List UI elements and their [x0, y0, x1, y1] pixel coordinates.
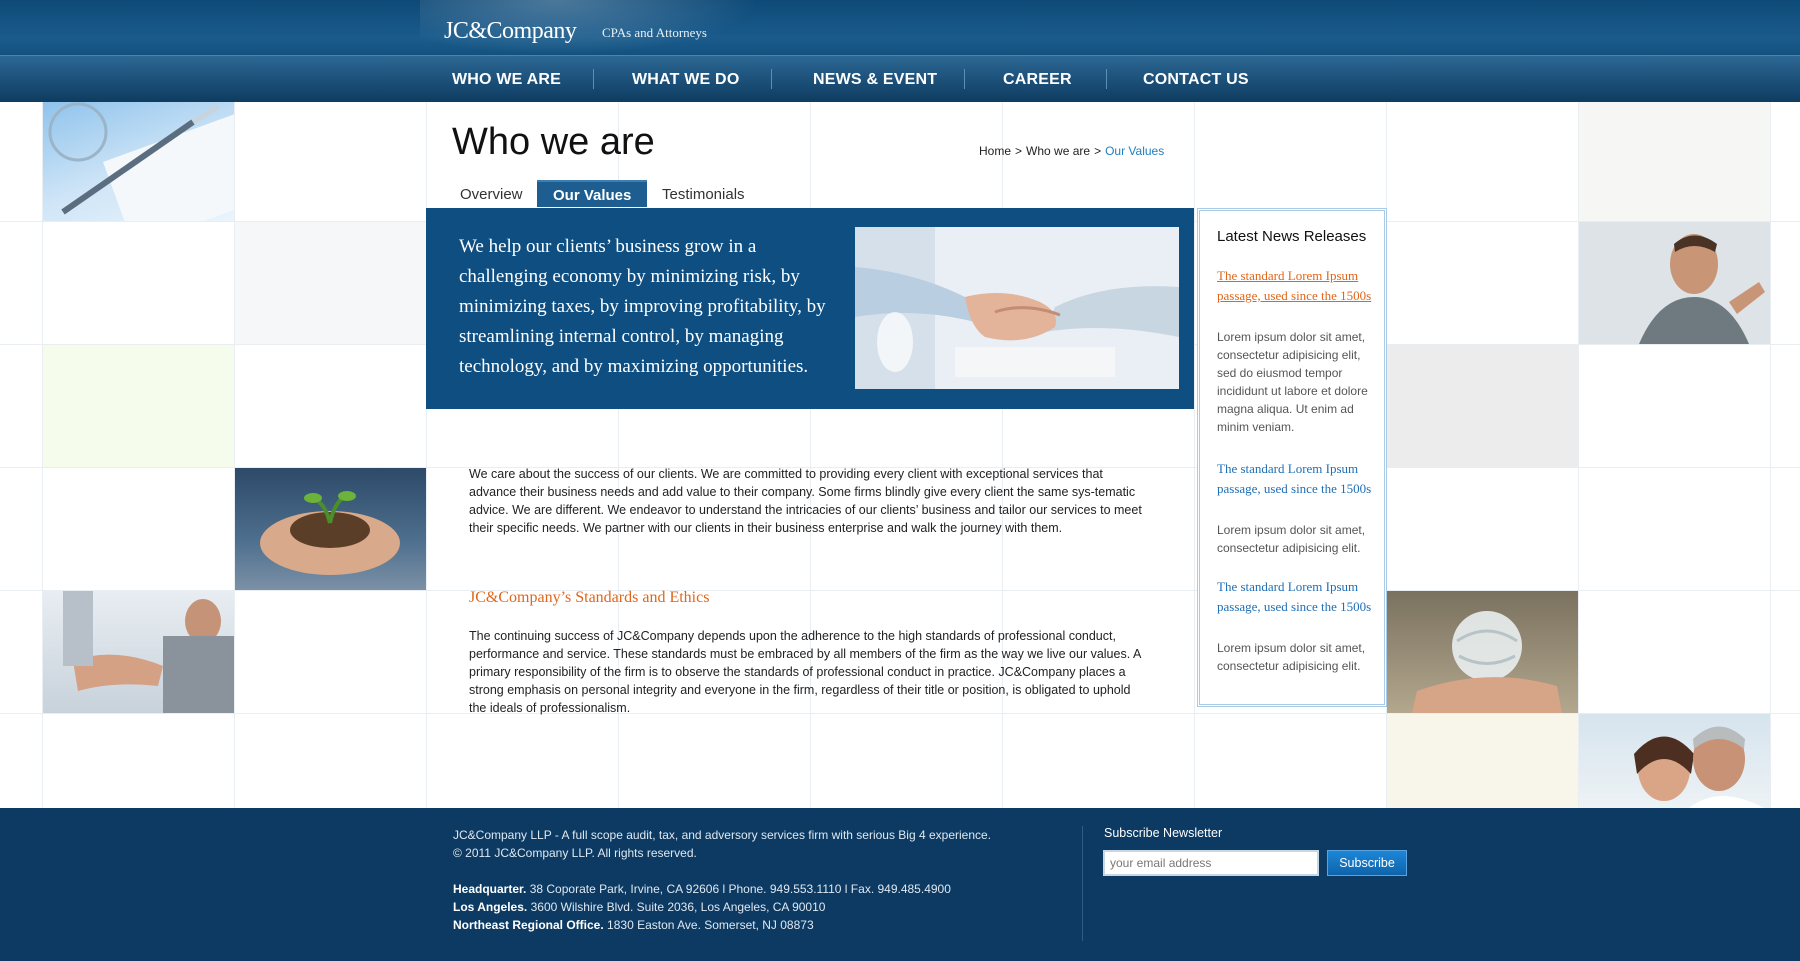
nav-item-career[interactable]: CAREER: [1003, 71, 1072, 89]
section-heading: JC&Company’s Standards and Ethics: [469, 589, 710, 606]
intro-paragraph: We care about the success of our clients…: [469, 467, 1142, 535]
smiling-couple-photo: [1579, 714, 1770, 808]
news-item-title[interactable]: The standard Lorem Ipsum passage, used s…: [1217, 577, 1377, 617]
footer: JC&Company LLP - A full scope audit, tax…: [0, 808, 1800, 961]
news-item-title[interactable]: The standard Lorem Ipsum passage, used s…: [1217, 266, 1377, 306]
office-los-angeles: Los Angeles. 3600 Wilshire Blvd. Suite 2…: [453, 900, 825, 914]
news-item-desc: Lorem ipsum dolor sit amet, consectetur …: [1217, 641, 1366, 673]
office-address: 38 Coporate Park, Irvine, CA 92606 l Pho…: [529, 882, 951, 896]
header-bar: JC&Company CPAs and Attorneys: [0, 0, 1800, 55]
footer-divider: [1082, 826, 1083, 941]
office-name: Headquarter.: [453, 882, 527, 896]
hero-banner: We help our clients’ business grow in a …: [426, 208, 1194, 409]
tab-our-values[interactable]: Our Values: [537, 180, 648, 207]
breadcrumb-who-we-are[interactable]: Who we are: [1026, 144, 1090, 158]
nav-separator: [1106, 69, 1107, 89]
office-address: 1830 Easton Ave. Somerset, NJ 08873: [607, 918, 814, 932]
newsletter-email-input[interactable]: [1103, 850, 1319, 876]
nav-item-what-we-do[interactable]: WHAT WE DO: [632, 71, 739, 89]
handshake-photo: [855, 227, 1179, 389]
grey-tile: [235, 222, 426, 344]
breadcrumb-home[interactable]: Home: [979, 144, 1011, 158]
green-tile: [43, 345, 234, 467]
breadcrumb-separator: >: [1094, 144, 1102, 158]
logo[interactable]: JC&Company: [444, 18, 577, 45]
grey-tile: [1387, 345, 1578, 467]
hero-text: We help our clients’ business grow in a …: [459, 236, 826, 377]
businessman-handshake-photo: [43, 591, 234, 713]
nav-separator: [964, 69, 965, 89]
footer-about: JC&Company LLP - A full scope audit, tax…: [453, 828, 992, 842]
globe-in-hand-photo: [1387, 591, 1578, 713]
hands-plant-photo: [235, 468, 426, 590]
nav-separator: [771, 69, 772, 89]
pen-document-photo: [43, 102, 234, 221]
office-address: 3600 Wilshire Blvd. Suite 2036, Los Ange…: [530, 900, 826, 914]
news-sidebar: Latest News Releases The standard Lorem …: [1197, 208, 1387, 707]
main-nav: WHO WE ARE WHAT WE DO NEWS & EVENT CAREE…: [0, 55, 1800, 102]
sidebar-title: Latest News Releases: [1217, 228, 1367, 245]
breadcrumb: Home > Who we are > Our Values: [979, 144, 1168, 158]
tab-testimonials[interactable]: Testimonials: [654, 181, 753, 208]
nav-item-contact-us[interactable]: CONTACT US: [1143, 71, 1249, 89]
news-item-title[interactable]: The standard Lorem Ipsum passage, used s…: [1217, 459, 1377, 499]
office-name: Los Angeles.: [453, 900, 528, 914]
cream-tile: [1387, 714, 1578, 808]
tagline: CPAs and Attorneys: [602, 25, 707, 40]
grey-tile: [1579, 102, 1770, 221]
breadcrumb-separator: >: [1015, 144, 1023, 158]
footer-copyright: © 2011 JC&Company LLP. All rights reserv…: [453, 846, 697, 860]
breadcrumb-current: Our Values: [1105, 144, 1165, 158]
office-name: Northeast Regional Office.: [453, 918, 604, 932]
news-item-desc: Lorem ipsum dolor sit amet, consectetur …: [1217, 330, 1368, 434]
page-title: Who we are: [452, 121, 655, 163]
nav-item-news-event[interactable]: NEWS & EVENT: [813, 71, 937, 89]
news-item-desc: Lorem ipsum dolor sit amet, consectetur …: [1217, 523, 1366, 555]
office-northeast: Northeast Regional Office. 1830 Easton A…: [453, 918, 814, 932]
newsletter-title: Subscribe Newsletter: [1104, 826, 1223, 840]
businessman-pointing-photo: [1579, 222, 1770, 344]
subscribe-button[interactable]: Subscribe: [1327, 850, 1407, 876]
nav-item-who-we-are[interactable]: WHO WE ARE: [452, 71, 561, 89]
tab-overview[interactable]: Overview: [452, 181, 531, 208]
office-headquarter: Headquarter. 38 Coporate Park, Irvine, C…: [453, 882, 951, 896]
nav-separator: [593, 69, 594, 89]
standards-paragraph: The continuing success of JC&Company dep…: [469, 629, 1141, 715]
